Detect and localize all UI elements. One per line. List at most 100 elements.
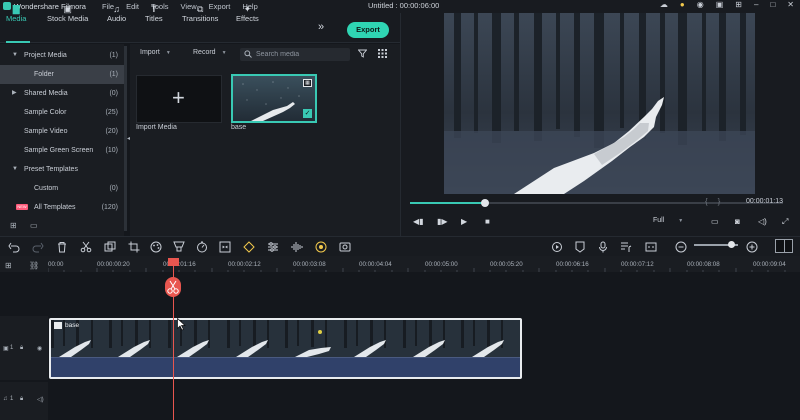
export-button[interactable]: Export <box>347 22 389 38</box>
sidebar-item-sample-color[interactable]: Sample Color (25) <box>0 103 124 122</box>
adjust-icon[interactable] <box>267 241 279 253</box>
subtitle-icon[interactable] <box>645 241 657 253</box>
sidebar-item-all-templates[interactable]: NEW All Templates (120) <box>0 198 124 217</box>
microphone-icon[interactable] <box>597 241 609 253</box>
search-input[interactable] <box>256 48 346 61</box>
sidebar-item-project-media[interactable]: ▼ Project Media (1) <box>0 46 124 65</box>
snapshot-icon[interactable] <box>339 241 351 253</box>
folder-icon: ▇ <box>12 4 20 14</box>
tab-transitions[interactable]: ⧉ Transitions <box>182 4 218 23</box>
mark-in-out-icon[interactable]: {} <box>705 197 730 206</box>
filter-icon[interactable] <box>358 49 367 58</box>
zoom-in-icon[interactable] <box>746 241 758 253</box>
caret-right-icon: ▶ <box>12 90 17 96</box>
sidebar-item-label: Custom <box>34 185 59 192</box>
fullscreen-icon[interactable]: ⤢ <box>782 217 788 227</box>
menu-edit[interactable]: Edit <box>126 2 139 11</box>
tab-audio[interactable]: ♫ Audio <box>107 4 126 23</box>
expand-panel-icon[interactable]: » <box>318 21 324 33</box>
music-track-icon: ♫ <box>3 396 8 402</box>
notification-icon[interactable]: ▣ <box>716 0 724 9</box>
play-icon[interactable]: ▶ <box>461 217 467 226</box>
transitions-icon: ⧉ <box>196 4 204 14</box>
zoom-out-icon[interactable] <box>675 241 687 253</box>
new-folder-icon[interactable]: ⊞ <box>10 221 17 230</box>
tab-stock-media[interactable]: ▣ Stock Media <box>47 4 88 23</box>
auto-reframe-icon[interactable] <box>315 241 327 253</box>
lightbulb-icon[interactable]: ● <box>680 0 685 9</box>
camera-icon[interactable]: ◙ <box>735 217 740 226</box>
eye-icon[interactable]: ◉ <box>37 345 42 352</box>
crop-icon[interactable] <box>128 241 140 253</box>
sidebar-item-folder[interactable]: Folder (1) <box>0 65 124 84</box>
ruler-label: 00:00:08:08 <box>687 261 720 268</box>
checkmark-icon[interactable]: ✓ <box>303 109 312 118</box>
tab-effects[interactable]: ✦ Effects <box>236 4 259 23</box>
cloud-icon[interactable]: ☁ <box>660 0 668 9</box>
audio-waveform-icon[interactable] <box>291 241 303 253</box>
ruler-label: 00:00:00:20 <box>97 261 130 268</box>
undo-icon[interactable] <box>8 241 20 253</box>
sidebar-item-preset-templates[interactable]: ▼ Preset Templates <box>0 160 124 179</box>
split-scissors-button[interactable] <box>165 277 181 297</box>
new-badge: NEW <box>16 204 28 210</box>
media-clip-thumbnail[interactable]: ▦ ✓ <box>231 74 317 123</box>
delete-icon[interactable] <box>56 241 68 253</box>
record-dropdown[interactable]: Record ▼ <box>193 49 227 56</box>
playback-scrubber-handle[interactable] <box>480 199 489 207</box>
search-box <box>240 48 350 61</box>
sidebar-item-sample-video[interactable]: Sample Video (20) <box>0 122 124 141</box>
ruler-label: 00:00:02:12 <box>228 261 261 268</box>
sidebar-item-sample-green-screen[interactable]: Sample Green Screen (10) <box>0 141 124 160</box>
cart-icon[interactable]: ⊞ <box>735 0 742 9</box>
playhead-handle[interactable] <box>168 258 179 266</box>
sidebar-item-shared-media[interactable]: ▶ Shared Media (0) <box>0 84 124 103</box>
voiceover-list-icon[interactable] <box>620 241 632 253</box>
folder-icon[interactable]: ▭ <box>30 221 38 230</box>
search-icon <box>244 50 252 58</box>
filmora-window: Wondershare Filmora File Edit Tools View… <box>0 0 800 420</box>
zoom-slider-handle[interactable] <box>728 241 735 248</box>
grid-view-icon[interactable] <box>378 49 387 58</box>
render-preview-icon[interactable] <box>551 241 563 253</box>
link-icon[interactable]: ⛓ <box>29 261 39 270</box>
ruler-label: 00:00:06:16 <box>556 261 589 268</box>
color-palette-icon[interactable] <box>150 241 162 253</box>
playback-quality-dropdown[interactable]: Full ▼ <box>653 217 683 224</box>
tab-titles[interactable]: T Titles <box>145 4 163 23</box>
import-dropdown[interactable]: Import ▼ <box>140 49 171 56</box>
stop-icon[interactable]: ■ <box>485 217 490 226</box>
speed-icon[interactable] <box>196 241 208 253</box>
audio-track-header: ♫ 1 🔒︎ ◁) <box>0 382 48 420</box>
minimize-icon[interactable]: – <box>754 0 758 9</box>
lock-icon[interactable]: 🔒︎ <box>20 396 23 403</box>
volume-icon[interactable]: ◁) <box>758 217 767 226</box>
ruler-label: 00:00:09:04 <box>753 261 786 268</box>
green-screen-icon[interactable] <box>173 241 185 253</box>
fit-screen-icon[interactable] <box>219 241 231 253</box>
sidebar-item-custom[interactable]: Custom (0) <box>0 179 124 198</box>
duplicate-icon[interactable] <box>104 241 116 253</box>
sidebar-item-count: (1) <box>109 52 118 59</box>
timeline-layout-icon[interactable] <box>775 239 793 253</box>
sidebar-item-count: (0) <box>109 90 118 97</box>
frame-back-icon[interactable]: ▮▶ <box>437 217 448 226</box>
import-media-tile[interactable]: + <box>136 75 222 123</box>
add-track-icon[interactable]: ⊞ <box>5 261 12 270</box>
redo-icon[interactable] <box>32 241 44 253</box>
timeline-video-clip[interactable]: base <box>49 318 522 379</box>
cut-icon[interactable] <box>80 241 92 253</box>
speaker-icon[interactable]: ◁) <box>37 396 44 403</box>
marker-icon[interactable] <box>574 241 586 253</box>
playback-progress-fill <box>410 202 485 204</box>
tab-media-label: Media <box>6 14 27 23</box>
tab-media[interactable]: ▇ Media <box>6 4 26 23</box>
account-icon[interactable]: ◉ <box>697 0 704 9</box>
monitor-icon[interactable]: ▭ <box>711 217 719 226</box>
step-back-icon[interactable]: ◀▮ <box>413 217 424 226</box>
keyframe-icon[interactable] <box>243 241 255 253</box>
maximize-icon[interactable]: □ <box>770 0 775 9</box>
lock-icon[interactable]: 🔒︎ <box>20 345 23 352</box>
close-icon[interactable]: ✕ <box>787 0 794 9</box>
media-sidebar: ▼ Project Media (1) Folder (1) ▶ Shared … <box>0 44 124 236</box>
